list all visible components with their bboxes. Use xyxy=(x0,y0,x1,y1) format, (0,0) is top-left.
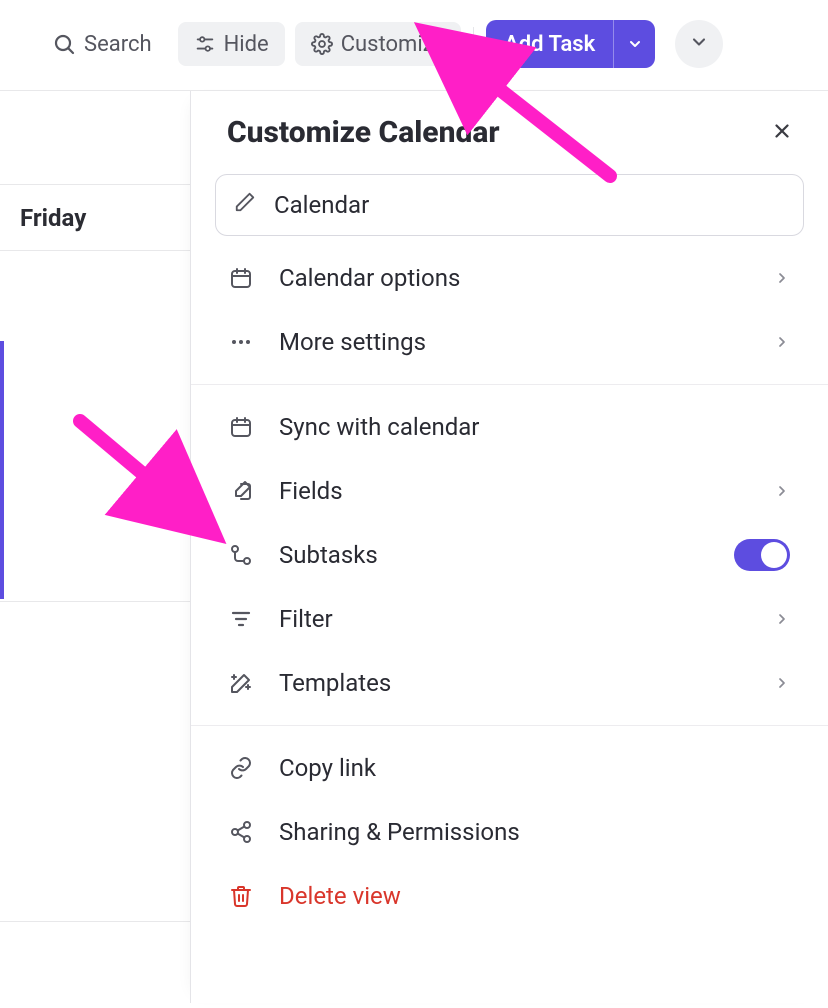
subtasks-label: Subtasks xyxy=(279,541,712,569)
chevron-down-icon xyxy=(689,32,709,56)
search-icon xyxy=(52,32,76,56)
subtasks-icon xyxy=(229,543,257,567)
filter-row[interactable]: Filter xyxy=(215,587,804,651)
panel-header: Customize Calendar xyxy=(191,91,828,164)
close-button[interactable] xyxy=(766,117,798,149)
subtasks-toggle[interactable] xyxy=(734,539,790,571)
wand-icon xyxy=(229,671,257,695)
templates-label: Templates xyxy=(279,669,752,697)
section-general: Calendar Calendar options More settings xyxy=(191,164,828,384)
toolbar: Search Hide Customize Add Task xyxy=(0,0,828,91)
calendar-options-row[interactable]: Calendar options xyxy=(215,246,804,310)
search-button[interactable]: Search xyxy=(36,22,168,66)
pencil-icon xyxy=(234,191,256,219)
hide-button[interactable]: Hide xyxy=(178,22,285,66)
sharing-row[interactable]: Sharing & Permissions xyxy=(215,800,804,864)
calendar-icon xyxy=(229,266,257,290)
sharing-label: Sharing & Permissions xyxy=(279,818,790,846)
toolbar-divider xyxy=(473,27,474,61)
more-settings-row[interactable]: More settings xyxy=(215,310,804,374)
section-actions: Copy link Sharing & Permissions Delete v… xyxy=(191,725,828,938)
calendar-backdrop: Friday xyxy=(0,91,190,1003)
customize-button[interactable]: Customize xyxy=(295,22,461,66)
chevron-right-icon xyxy=(774,334,790,350)
edit-square-icon xyxy=(229,479,257,503)
link-icon xyxy=(229,756,257,780)
customize-panel: Customize Calendar Calendar Calendar opt… xyxy=(190,91,828,1003)
more-menu-button[interactable] xyxy=(675,20,723,68)
templates-row[interactable]: Templates xyxy=(215,651,804,715)
panel-title: Customize Calendar xyxy=(227,115,500,150)
day-label: Friday xyxy=(20,204,86,232)
fields-label: Fields xyxy=(279,477,752,505)
view-name-input[interactable]: Calendar xyxy=(215,174,804,236)
chevron-right-icon xyxy=(774,611,790,627)
chevron-right-icon xyxy=(774,270,790,286)
today-indicator xyxy=(0,341,4,599)
sync-calendar-row[interactable]: Sync with calendar xyxy=(215,395,804,459)
filter-icon xyxy=(229,607,257,631)
filter-label: Filter xyxy=(279,605,752,633)
sync-label: Sync with calendar xyxy=(279,413,790,441)
subtasks-row[interactable]: Subtasks xyxy=(215,523,804,587)
stage: Friday Customize Calendar Calendar xyxy=(0,91,828,1003)
view-name-value: Calendar xyxy=(274,191,369,219)
chevron-right-icon xyxy=(774,483,790,499)
add-task-dropdown[interactable] xyxy=(613,20,655,68)
delete-view-row[interactable]: Delete view xyxy=(215,864,804,928)
more-settings-label: More settings xyxy=(279,328,752,356)
calendar-options-label: Calendar options xyxy=(279,264,752,292)
calendar-icon xyxy=(229,415,257,439)
sliders-icon xyxy=(194,33,216,55)
ellipsis-icon xyxy=(229,330,257,354)
hide-label: Hide xyxy=(224,32,269,57)
fields-row[interactable]: Fields xyxy=(215,459,804,523)
day-header: Friday xyxy=(0,185,190,251)
copy-link-row[interactable]: Copy link xyxy=(215,736,804,800)
close-icon xyxy=(771,120,793,146)
trash-icon xyxy=(229,884,257,908)
add-task-button[interactable]: Add Task xyxy=(486,20,655,68)
chevron-right-icon xyxy=(774,675,790,691)
share-icon xyxy=(229,820,257,844)
add-task-label: Add Task xyxy=(486,32,613,57)
customize-label: Customize xyxy=(341,32,445,57)
section-view: Sync with calendar Fields Subtasks xyxy=(191,384,828,725)
search-label: Search xyxy=(84,32,152,57)
delete-label: Delete view xyxy=(279,882,790,910)
gear-icon xyxy=(311,33,333,55)
toggle-on-icon xyxy=(734,539,790,571)
copy-link-label: Copy link xyxy=(279,754,790,782)
